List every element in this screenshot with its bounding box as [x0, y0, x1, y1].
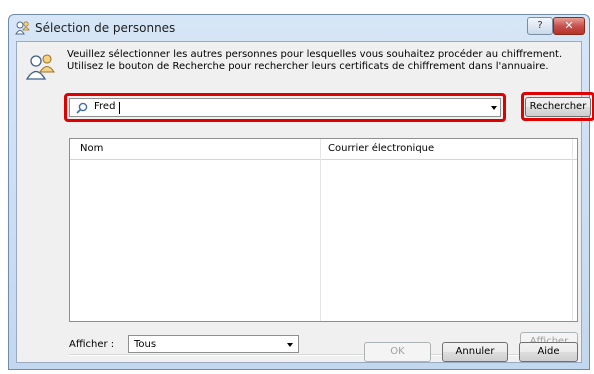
search-highlight — [64, 93, 506, 122]
list-header: Nom Courrier électronique — [70, 139, 577, 160]
search-button-highlight — [521, 92, 594, 121]
people-icon — [15, 21, 30, 35]
show-label: Afficher : — [69, 339, 115, 350]
results-list[interactable]: Nom Courrier électronique — [69, 138, 578, 322]
column-divider — [572, 139, 573, 321]
title-help-button[interactable]: ? — [527, 17, 553, 35]
dialog-client: Veuillez sélectionner les autres personn… — [16, 41, 594, 363]
help-button[interactable]: Aide — [519, 342, 578, 362]
column-name[interactable]: Nom — [80, 143, 103, 154]
close-button[interactable]: ✕ — [553, 17, 585, 35]
dialog-window: Sélection de personnes ? ✕ Veuillez séle… — [8, 14, 594, 370]
cancel-button[interactable]: Annuler — [442, 342, 508, 362]
show-select[interactable]: Tous — [128, 335, 299, 353]
show-select-value: Tous — [134, 339, 157, 350]
window-title: Sélection de personnes — [35, 21, 176, 35]
people-icon — [25, 54, 55, 80]
ok-button[interactable]: OK — [364, 342, 431, 362]
chevron-down-icon — [287, 343, 293, 347]
title-bar[interactable]: Sélection de personnes ? ✕ — [9, 15, 589, 41]
column-email[interactable]: Courrier électronique — [328, 143, 434, 154]
instructions-text: Veuillez sélectionner les autres personn… — [67, 49, 563, 72]
column-divider — [320, 139, 321, 321]
